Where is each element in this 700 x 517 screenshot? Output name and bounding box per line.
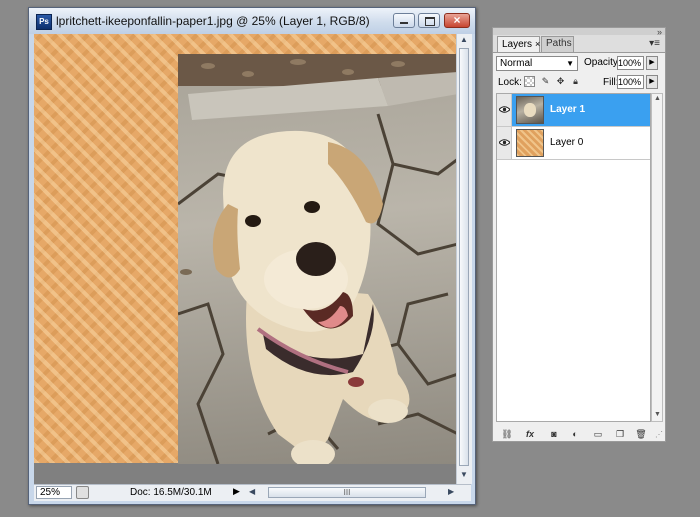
horizontal-scroll-thumb[interactable]: III [268,487,426,498]
panel-menu-icon[interactable]: ▾≡ [649,38,660,49]
minimize-button[interactable] [393,13,415,28]
close-icon: × [453,13,461,27]
status-bar: 25% Doc: 16.5M/30.1M ▶ ◀ III ▶ [34,484,471,501]
layers-list: Layer 1 Layer 0 [496,93,651,422]
scroll-up-icon[interactable]: ▲ [460,35,468,44]
scroll-up-icon[interactable]: ▲ [654,95,661,102]
layers-list-scrollbar[interactable]: ▲ ▼ [651,93,663,422]
layer-name[interactable]: Layer 1 [550,104,585,115]
document-titlebar[interactable]: Ps lpritchett-ikeeponfallin-paper1.jpg @… [29,8,475,34]
tab-paths-label: Paths [546,38,572,49]
scroll-down-icon[interactable]: ▼ [654,411,661,418]
blend-mode-select[interactable]: Normal ▼ [496,56,578,71]
lock-all-icon[interactable]: 🔒︎ [570,76,581,87]
document-window[interactable]: Ps lpritchett-ikeeponfallin-paper1.jpg @… [28,7,476,505]
fill-field[interactable]: 100% [617,75,644,89]
scroll-left-icon[interactable]: ◀ [249,487,255,496]
fx-icon[interactable]: fx [523,428,537,440]
opacity-label: Opacity: [584,57,621,68]
layer-1-dog-photo [178,54,456,464]
mask-icon[interactable]: ◙ [547,428,561,440]
tab-layers[interactable]: Layers × [497,36,540,52]
resize-grip-icon[interactable]: ⋰ [655,430,663,439]
layers-panel-footer: ⛓ fx ◙ ◐ ▭ ❐ 🗑︎ [493,426,665,442]
photoshop-app-icon: Ps [36,14,52,30]
chevron-down-icon: ▼ [566,59,574,68]
fill-slider-button[interactable]: ▶ [646,75,658,89]
opacity-slider-button[interactable]: ▶ [646,56,658,70]
lock-label: Lock: [498,77,522,88]
vertical-scrollbar[interactable]: ▲ ▼ [456,34,472,484]
maximize-button[interactable] [418,13,440,28]
layers-panel-body: Normal ▼ Opacity: 100% ▶ Lock: ✎ ✥ 🔒︎ Fi… [493,52,665,441]
tab-paths[interactable]: Paths [541,36,574,52]
tab-close-icon[interactable]: × [535,39,540,49]
tab-layers-label: Layers [502,39,533,50]
layer-thumbnail-paper [516,129,544,157]
document-size-readout: Doc: 16.5M/30.1M [130,487,212,498]
maximize-icon [425,17,435,26]
new-layer-icon[interactable]: ❐ [613,428,627,440]
dog-photo-illustration [178,54,456,464]
panel-collapse-icon[interactable]: » [657,27,662,37]
status-menu-arrow-icon[interactable]: ▶ [233,486,240,497]
visibility-eye-icon[interactable] [497,127,512,159]
image-canvas[interactable] [34,34,456,484]
scroll-right-icon[interactable]: ▶ [448,487,454,496]
minimize-icon [400,22,408,24]
zoom-level-field[interactable]: 25% [36,486,72,499]
layers-panel[interactable]: » Layers × Paths ▾≡ Normal ▼ Opacity: 100… [492,27,666,442]
lock-position-icon[interactable]: ✥ [555,76,566,87]
group-icon[interactable]: ▭ [591,428,605,440]
layer-row-layer-0[interactable]: Layer 0 [497,127,650,160]
close-button[interactable]: × [444,13,470,28]
scroll-down-icon[interactable]: ▼ [460,470,468,479]
trash-icon[interactable]: 🗑︎ [634,428,648,440]
layer-name[interactable]: Layer 0 [550,137,583,148]
layer-thumbnail-photo [516,96,544,124]
link-icon[interactable]: ⛓ [500,428,514,440]
vertical-scroll-thumb[interactable] [459,48,469,466]
status-info-icon[interactable] [76,486,89,499]
lock-transparency-icon[interactable] [524,76,535,87]
opacity-field[interactable]: 100% [617,56,644,70]
blend-mode-value: Normal [500,58,533,69]
adjustment-icon[interactable]: ◐ [568,428,582,440]
panel-drag-strip[interactable]: » [493,27,665,37]
visibility-eye-icon[interactable] [497,94,512,126]
layer-row-layer-1[interactable]: Layer 1 [497,94,650,127]
document-title: lpritchett-ikeeponfallin-paper1.jpg @ 25… [56,14,370,28]
lock-pixels-icon[interactable]: ✎ [540,76,551,87]
